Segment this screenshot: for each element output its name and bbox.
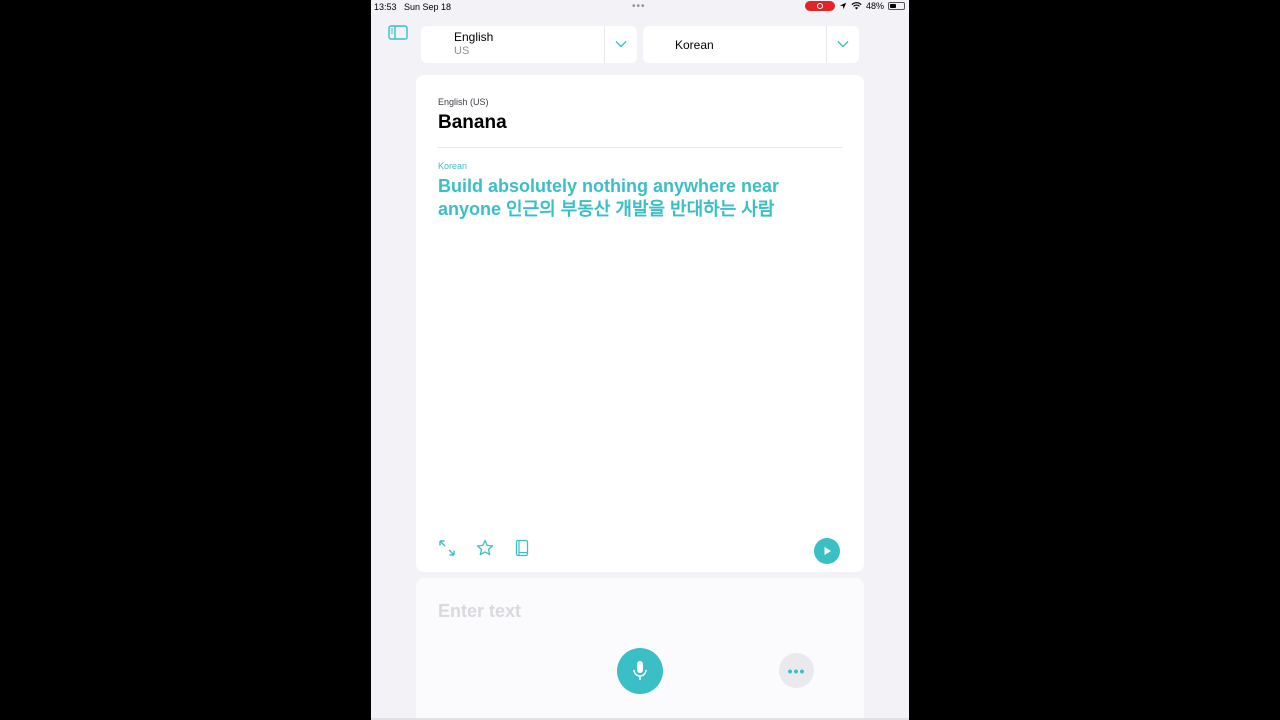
battery-icon bbox=[888, 2, 905, 10]
source-language-label: English (US) bbox=[438, 97, 489, 107]
app-screen: 13:53 Sun Sep 18 ••• 48% English US Kore… bbox=[371, 0, 909, 720]
source-language-name: English bbox=[454, 30, 494, 44]
microphone-icon bbox=[633, 661, 647, 680]
status-time: 13:53 bbox=[374, 2, 397, 12]
expand-icon[interactable] bbox=[438, 539, 456, 557]
target-language-label: Korean bbox=[438, 161, 468, 171]
battery-percentage: 48% bbox=[865, 1, 884, 11]
picker-divider bbox=[604, 26, 605, 63]
dictionary-icon[interactable] bbox=[513, 539, 531, 557]
microphone-button[interactable] bbox=[617, 648, 663, 694]
status-bar: 13:53 Sun Sep 18 ••• 48% bbox=[371, 0, 909, 14]
play-button[interactable] bbox=[814, 538, 840, 564]
text-input[interactable]: Enter text bbox=[438, 601, 521, 622]
location-icon bbox=[839, 2, 847, 10]
source-language-picker[interactable]: English US bbox=[421, 26, 637, 63]
sidebar-toggle-icon[interactable] bbox=[388, 25, 408, 40]
play-icon bbox=[824, 547, 831, 555]
divider bbox=[438, 147, 842, 148]
chevron-down-icon[interactable] bbox=[614, 38, 628, 50]
source-text[interactable]: Banana bbox=[438, 112, 507, 134]
star-icon[interactable] bbox=[476, 539, 494, 557]
target-language-name: Korean bbox=[675, 38, 714, 52]
source-language-region: US bbox=[454, 45, 470, 57]
ellipsis-icon: ••• bbox=[787, 662, 806, 679]
screen-recording-icon[interactable] bbox=[804, 1, 835, 11]
multitask-handle[interactable]: ••• bbox=[632, 1, 646, 12]
translation-card[interactable]: English (US) Banana Korean Build absolut… bbox=[416, 75, 864, 572]
translated-text[interactable]: Build absolutely nothing anywhere near a… bbox=[438, 175, 838, 221]
target-language-picker[interactable]: Korean bbox=[643, 26, 859, 63]
wifi-icon bbox=[851, 2, 862, 10]
picker-divider bbox=[826, 26, 827, 63]
chevron-down-icon[interactable] bbox=[836, 38, 850, 50]
input-card[interactable]: Enter text ••• bbox=[416, 578, 864, 720]
status-indicators: 48% bbox=[804, 1, 905, 11]
more-options-button[interactable]: ••• bbox=[779, 653, 814, 688]
status-date: Sun Sep 18 bbox=[404, 2, 452, 12]
